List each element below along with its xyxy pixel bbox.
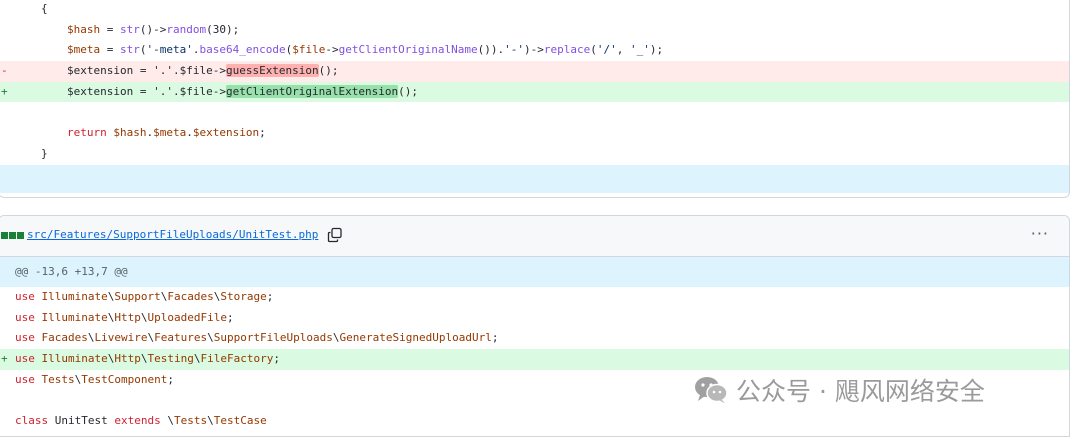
code-text: use Illuminate\Http\UploadedFile; [15,310,234,324]
diff-line-context: use Illuminate\Support\Facades\Storage; [0,287,1069,308]
code-text: $meta = str('-meta'.base64_encode($file-… [67,43,664,57]
code-text: use Illuminate\Http\Testing\FileFactory; [15,352,280,366]
deleted-token-highlight: guessExtension [225,64,319,78]
diff-lines: use Illuminate\Support\Facades\Storage; … [0,287,1069,432]
diff-line-context: { [0,0,1069,20]
watermark-text: 公众号 · 飓风网络安全 [736,377,985,406]
diff-line-context: $hash = str()->random(30); [0,20,1069,41]
addition-marker: + [1,352,8,366]
code-text: } [41,146,48,160]
diff-line-deleted: - $extension = '.'.$file->guessExtension… [0,61,1069,82]
added-token-highlight: getClientOriginalExtension [225,84,399,98]
code-text: $extension = '.'.$file->guessExtension()… [67,61,339,82]
file-header: src/Features/SupportFileUploads/UnitTest… [0,216,1069,257]
code-text: return $hash.$meta.$extension; [67,126,266,140]
deletion-marker: - [1,64,8,78]
diff-line-context: use Illuminate\Http\UploadedFile; [0,308,1069,329]
diffstat-add-square [9,232,16,239]
file-path-link[interactable]: src/Features/SupportFileUploads/UnitTest… [27,228,318,241]
diffstat-add-square [17,232,24,239]
diffstat-bars [1,232,24,239]
expand-lines-bar[interactable] [0,164,1069,193]
code-text: use Tests\TestComponent; [15,372,174,386]
diff-line-context: class UnitTest extends \Tests\TestCase [0,411,1069,432]
hunk-header[interactable]: @@ -13,6 +13,7 @@ [0,257,1069,287]
code-text: $hash = str()->random(30); [67,22,240,36]
addition-marker: + [1,84,8,98]
code-segment: (); [398,84,419,98]
code-text: $extension = '.'.$file->getClientOrigina… [67,82,418,103]
diff-line-added: + use Illuminate\Http\Testing\FileFactor… [0,349,1069,370]
code-segment: $extension = '.'.$file-> [67,84,226,98]
code-text: use Illuminate\Support\Facades\Storage; [15,290,274,303]
diff-line-context: use Facades\Livewire\Features\SupportFil… [0,328,1069,349]
watermark: 公众号 · 飓风网络安全 [694,370,985,410]
code-text: { [41,2,48,15]
code-segment: (); [318,64,339,78]
more-options-icon[interactable]: ··· [1031,224,1049,243]
diffstat-add-square [1,232,8,239]
wechat-icon [695,377,728,404]
code-segment: $extension = '.'.$file-> [67,64,226,78]
code-text: class UnitTest extends \Tests\TestCase [15,414,267,428]
code-text: use Facades\Livewire\Features\SupportFil… [15,331,499,345]
diff-lines: { $hash = str()->random(30); $meta = str… [0,0,1069,165]
diff-line-added: + $extension = '.'.$file->getClientOrigi… [0,81,1069,103]
diff-line-context: return $hash.$meta.$extension; [0,123,1069,144]
diff-panel-previous-file: { $hash = str()->random(30); $meta = str… [0,0,1070,198]
diff-line-context: } [0,144,1069,165]
copy-icon[interactable] [327,227,343,243]
diff-line-context: $meta = str('-meta'.base64_encode($file-… [0,40,1069,61]
diff-line-context [0,102,1069,123]
